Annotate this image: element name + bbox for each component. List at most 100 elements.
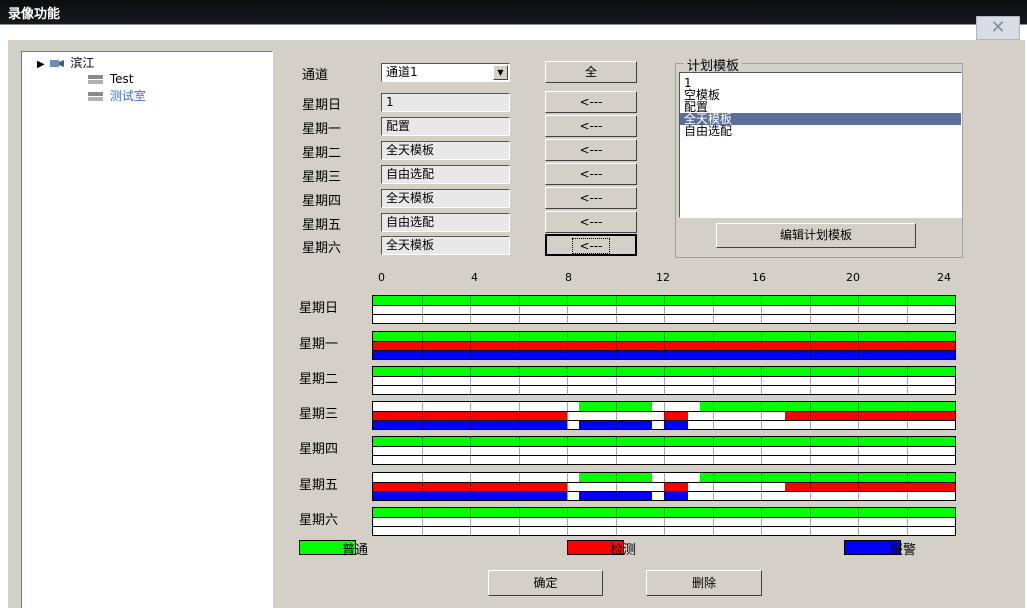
- plan-template-list[interactable]: 1 空模板 配置 全天模板 自由选配: [679, 72, 962, 218]
- tree-item-testroom[interactable]: 测试室: [88, 87, 146, 104]
- channel-select[interactable]: 通道1 ▼: [381, 63, 510, 82]
- channel-value: 通道1: [386, 65, 418, 79]
- hour-tick: [810, 367, 811, 394]
- delete-button[interactable]: 删除: [646, 570, 762, 596]
- apply-button-label: <---: [572, 238, 610, 254]
- hour-tick: [761, 332, 762, 359]
- schedule-bar-fri[interactable]: [372, 472, 956, 501]
- hour-tick: [713, 296, 714, 323]
- row-separator: [373, 314, 955, 315]
- day-label-mon: 星期一: [302, 122, 342, 137]
- hour-tick: [519, 296, 520, 323]
- apply-button-wed[interactable]: <---: [545, 163, 637, 185]
- row-separator: [373, 420, 955, 421]
- schedule-segment-detect: [664, 411, 688, 420]
- hour-tick: [470, 332, 471, 359]
- day-label-tue: 星期二: [302, 146, 342, 161]
- timeline-day-label: 星期三: [299, 407, 339, 422]
- row-separator: [373, 411, 955, 412]
- day-template-field-sun[interactable]: 1: [381, 93, 510, 112]
- close-icon[interactable]: ✕: [976, 16, 1020, 40]
- schedule-bar-wed[interactable]: [372, 401, 956, 430]
- hour-tick: [907, 367, 908, 394]
- apply-button-mon[interactable]: <---: [545, 115, 637, 137]
- tree-item-test[interactable]: Test: [88, 72, 133, 86]
- hour-tick: [616, 473, 617, 500]
- hour-tick: [567, 402, 568, 429]
- hour-tick: [858, 332, 859, 359]
- timeline-day-label: 星期六: [299, 513, 339, 528]
- hour-tick: [761, 508, 762, 535]
- chevron-down-icon[interactable]: ▼: [493, 65, 508, 80]
- expand-arrow-icon[interactable]: ▶: [37, 59, 45, 70]
- hour-tick: [907, 473, 908, 500]
- day-template-field-mon[interactable]: 配置: [381, 117, 510, 136]
- hour-tick: [858, 367, 859, 394]
- hour-tick: [858, 473, 859, 500]
- hour-tick: [470, 402, 471, 429]
- day-template-field-sat[interactable]: 全天模板: [381, 236, 510, 255]
- hour-tick: [470, 437, 471, 464]
- all-button[interactable]: 全: [545, 61, 637, 83]
- hour-tick: [567, 296, 568, 323]
- window-title: 录像功能: [8, 7, 61, 22]
- device-icon: [88, 92, 103, 101]
- timeline-day-label: 星期一: [299, 337, 339, 352]
- tick-label: 8: [565, 271, 572, 284]
- apply-button-sat[interactable]: <---: [545, 234, 637, 256]
- schedule-bar-sat[interactable]: [372, 507, 956, 536]
- day-template-field-fri[interactable]: 自由选配: [381, 213, 510, 232]
- day-label-sun: 星期日: [302, 98, 342, 113]
- tick-label: 4: [471, 271, 478, 284]
- list-item[interactable]: 1: [680, 77, 961, 89]
- schedule-bar-mon[interactable]: [372, 331, 956, 360]
- hour-tick: [664, 296, 665, 323]
- hour-tick: [810, 437, 811, 464]
- tree-item-label: Test: [109, 72, 134, 86]
- hour-tick: [519, 508, 520, 535]
- title-bar: 录像功能 ✕: [0, 0, 1027, 40]
- hour-tick: [858, 402, 859, 429]
- hour-tick: [470, 367, 471, 394]
- tree-root[interactable]: ▶ 滨江: [37, 54, 94, 71]
- day-label-wed: 星期三: [302, 170, 342, 185]
- hour-tick: [519, 473, 520, 500]
- hour-tick: [422, 296, 423, 323]
- apply-button-tue[interactable]: <---: [545, 139, 637, 161]
- legend-label-normal: 普通: [342, 543, 369, 558]
- hour-tick: [616, 296, 617, 323]
- apply-button-sun[interactable]: <---: [545, 91, 637, 113]
- device-icon: [88, 75, 103, 84]
- tree-root-label: 滨江: [70, 56, 95, 70]
- day-template-field-wed[interactable]: 自由选配: [381, 165, 510, 184]
- hour-tick: [519, 367, 520, 394]
- hour-tick: [713, 402, 714, 429]
- hour-tick: [761, 437, 762, 464]
- apply-button-fri[interactable]: <---: [545, 211, 637, 233]
- hour-tick: [664, 473, 665, 500]
- apply-button-thu[interactable]: <---: [545, 187, 637, 209]
- day-label-thu: 星期四: [302, 194, 342, 209]
- edit-plan-template-button[interactable]: 编辑计划模板: [716, 223, 916, 248]
- schedule-bar-thu[interactable]: [372, 436, 956, 465]
- hour-tick: [664, 437, 665, 464]
- schedule-bar-tue[interactable]: [372, 366, 956, 395]
- hour-tick: [761, 473, 762, 500]
- row-separator: [373, 350, 955, 351]
- schedule-bar-sun[interactable]: [372, 295, 956, 324]
- day-template-field-tue[interactable]: 全天模板: [381, 141, 510, 160]
- hour-tick: [422, 473, 423, 500]
- hour-tick: [761, 402, 762, 429]
- hour-tick: [907, 332, 908, 359]
- list-item[interactable]: 自由选配: [680, 125, 961, 137]
- row-separator: [373, 482, 955, 483]
- hour-tick: [567, 332, 568, 359]
- schedule-segment-alarm: [664, 420, 688, 429]
- hour-tick: [470, 296, 471, 323]
- day-template-field-thu[interactable]: 全天模板: [381, 189, 510, 208]
- ok-button[interactable]: 确定: [488, 570, 603, 596]
- row-separator: [373, 491, 955, 492]
- hour-tick: [422, 437, 423, 464]
- list-item[interactable]: 空模板: [680, 89, 961, 101]
- legend-label-alarm: 报警: [890, 543, 917, 558]
